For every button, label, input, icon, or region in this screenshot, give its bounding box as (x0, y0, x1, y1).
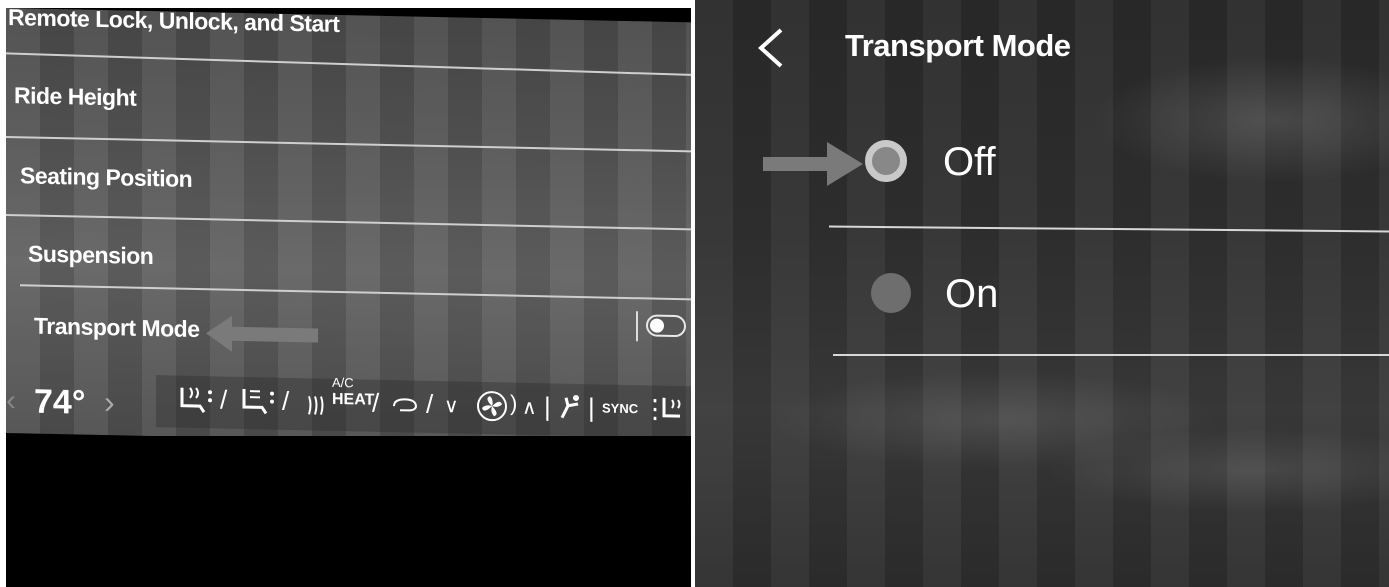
option-label: Off (943, 140, 996, 184)
heated-steering-icon[interactable] (658, 394, 688, 427)
climate-control-bar: ‹ 74° › / / A/C HEAT / / ∨) ∧ | | SYNC … (6, 368, 691, 442)
menu-item-label: Ride Height (14, 82, 137, 111)
menu-item-seating-position[interactable]: Seating Position (6, 138, 691, 228)
divider (636, 311, 638, 342)
toggle-knob (650, 318, 664, 333)
menu-item-label: Transport Mode (34, 312, 200, 343)
radio-unselected-icon[interactable] (871, 273, 911, 313)
temperature-readout: 74° (34, 382, 86, 422)
menu-item-ride-height[interactable]: Ride Height (6, 60, 691, 150)
ac-label[interactable]: A/C (332, 375, 354, 390)
divider (829, 225, 1389, 233)
menu-item-label: Remote Lock, Unlock, and Start (8, 8, 340, 37)
chevron-left-icon[interactable] (755, 28, 785, 75)
divider: / (426, 388, 434, 419)
annotation-arrow-right (763, 142, 863, 186)
fan-icon[interactable] (476, 390, 508, 423)
page-title: Transport Mode (845, 28, 1071, 63)
divider: | (588, 392, 595, 423)
chevron-right-icon[interactable]: › (104, 384, 115, 421)
divider (833, 354, 1389, 356)
radio-selected-icon[interactable] (865, 140, 907, 182)
fan-up-icon[interactable]: ∧ (522, 395, 537, 420)
fan-down-icon[interactable]: ∨ (444, 393, 459, 418)
annotation-arrow-left (206, 315, 318, 352)
menu-item-label: Seating Position (20, 162, 193, 192)
vehicle-settings-photo: Remote Lock, Unlock, and Start Ride Heig… (6, 8, 691, 587)
divider: / (282, 385, 290, 416)
heated-seat-icon[interactable] (176, 384, 216, 417)
vehicle-settings-screen: Remote Lock, Unlock, and Start Ride Heig… (6, 8, 691, 448)
sync-button[interactable]: SYNC (602, 400, 638, 416)
divider: ) (510, 390, 518, 416)
divider: | (544, 391, 551, 422)
recirculation-icon[interactable] (390, 396, 420, 413)
menu-item-label: Suspension (28, 240, 154, 270)
cooled-seat-icon[interactable] (238, 385, 278, 418)
heat-label[interactable]: HEAT (332, 391, 374, 410)
chevron-left-icon[interactable]: ‹ (6, 384, 16, 418)
dashboard-trim (6, 436, 691, 587)
menu-item-transport-mode[interactable]: Transport Mode (6, 286, 691, 370)
rear-defrost-icon[interactable] (306, 394, 324, 416)
transport-mode-screen: Transport Mode Off On (695, 0, 1389, 587)
divider: / (220, 384, 228, 415)
option-label: On (945, 272, 999, 316)
airflow-icon[interactable] (558, 394, 584, 423)
divider: / (372, 387, 380, 418)
transport-mode-toggle[interactable] (646, 314, 686, 338)
